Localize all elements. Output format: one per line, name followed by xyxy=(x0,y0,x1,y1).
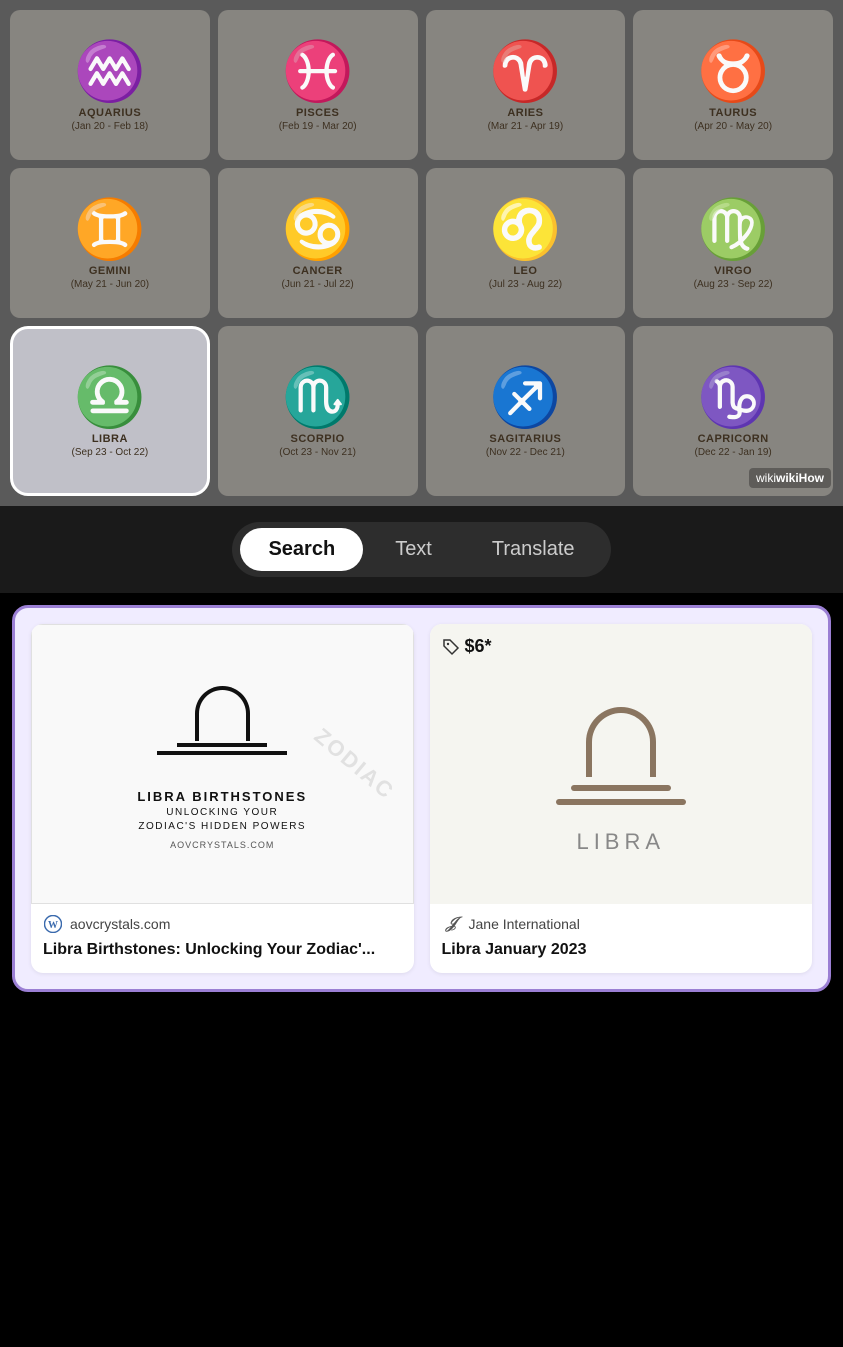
translate-button[interactable]: Translate xyxy=(464,528,603,571)
zodiac-cell-libra[interactable]: ♎ LIBRA (Sep 23 - Oct 22) xyxy=(10,326,210,496)
card-image-website: AOVCRYSTALS.COM xyxy=(137,840,307,850)
scorpio-symbol: ♏ xyxy=(282,369,354,427)
gemini-symbol: ♊ xyxy=(74,201,146,259)
aries-dates: (Mar 21 - Apr 19) xyxy=(488,121,564,132)
text-button[interactable]: Text xyxy=(367,528,460,571)
aquarius-name: AQUARIUS xyxy=(79,107,142,119)
card-source-jane: 𝒥 Jane International xyxy=(442,914,801,934)
action-bar: Search Text Translate xyxy=(0,506,843,593)
price-text: $6* xyxy=(465,636,492,657)
capricorn-name: CAPRICORN xyxy=(698,433,769,445)
zodiac-cell-cancer[interactable]: ♋ CANCER (Jun 21 - Jul 22) xyxy=(218,168,418,318)
taurus-dates: (Apr 20 - May 20) xyxy=(694,121,772,132)
taurus-name: TAURUS xyxy=(709,107,757,119)
jane-icon: 𝒥 xyxy=(442,914,462,934)
card-image-jane: $6* LIBRA xyxy=(430,624,813,904)
aries-name: ARIES xyxy=(507,107,543,119)
sagittarius-symbol: ♐ xyxy=(489,369,561,427)
virgo-name: VIRGO xyxy=(714,265,752,277)
leo-symbol: ♌ xyxy=(489,201,561,259)
zodiac-cell-taurus[interactable]: ♉ TAURUS (Apr 20 - May 20) xyxy=(633,10,833,160)
card-headline-jane: Libra January 2023 xyxy=(442,940,801,961)
wikihow-bold: wikiHow xyxy=(776,471,824,485)
zodiac-cell-scorpio[interactable]: ♏ SCORPIO (Oct 23 - Nov 21) xyxy=(218,326,418,496)
leo-dates: (Jul 23 - Aug 22) xyxy=(489,279,562,290)
card-headline-aov: Libra Birthstones: Unlocking Your Zodiac… xyxy=(43,940,402,961)
price-badge: $6* xyxy=(442,636,492,657)
zodiac-cell-leo[interactable]: ♌ LEO (Jul 23 - Aug 22) xyxy=(426,168,626,318)
cancer-dates: (Jun 21 - Jul 22) xyxy=(281,279,353,290)
results-grid: ZODIAC LIBRA BIRTHSTONES UNLOCKING YOUR … xyxy=(31,624,812,973)
result-card-aov[interactable]: ZODIAC LIBRA BIRTHSTONES UNLOCKING YOUR … xyxy=(31,624,414,973)
card-footer-aov: W aovcrystals.com Libra Birthstones: Unl… xyxy=(31,904,414,973)
action-bar-inner: Search Text Translate xyxy=(232,522,610,577)
libra-symbol: ♎ xyxy=(74,369,146,427)
gemini-name: GEMINI xyxy=(89,265,131,277)
taurus-symbol: ♉ xyxy=(697,43,769,101)
search-button[interactable]: Search xyxy=(240,528,363,571)
scorpio-dates: (Oct 23 - Nov 21) xyxy=(279,447,356,458)
card-footer-jane: 𝒥 Jane International Libra January 2023 xyxy=(430,904,813,973)
svg-text:W: W xyxy=(48,920,58,931)
source-domain-aov: aovcrystals.com xyxy=(70,916,170,932)
zodiac-cell-sagittarius[interactable]: ♐ SAGITARIUS (Nov 22 - Dec 21) xyxy=(426,326,626,496)
capricorn-symbol: ♑ xyxy=(697,369,769,427)
result-card-jane[interactable]: $6* LIBRA 𝒥 Jane International Libra Jan… xyxy=(430,624,813,973)
card-image-title: LIBRA BIRTHSTONES xyxy=(137,789,307,804)
gemini-dates: (May 21 - Jun 20) xyxy=(71,279,149,290)
sagittarius-dates: (Nov 22 - Dec 21) xyxy=(486,447,565,458)
zodiac-cell-aquarius[interactable]: ♒ AQUARIUS (Jan 20 - Feb 18) xyxy=(10,10,210,160)
libra-text-right: LIBRA xyxy=(576,829,665,855)
virgo-dates: (Aug 23 - Sep 22) xyxy=(694,279,773,290)
libra-name: LIBRA xyxy=(92,433,128,445)
zodiac-cell-pisces[interactable]: ♓ PISCES (Feb 19 - Mar 20) xyxy=(218,10,418,160)
wordpress-icon: W xyxy=(43,914,63,934)
zodiac-section: ♒ AQUARIUS (Jan 20 - Feb 18) ♓ PISCES (F… xyxy=(0,0,843,506)
pisces-name: PISCES xyxy=(296,107,339,119)
pisces-dates: (Feb 19 - Mar 20) xyxy=(279,121,357,132)
libra-dates: (Sep 23 - Oct 22) xyxy=(72,447,149,458)
aquarius-dates: (Jan 20 - Feb 18) xyxy=(72,121,149,132)
zodiac-grid: ♒ AQUARIUS (Jan 20 - Feb 18) ♓ PISCES (F… xyxy=(10,10,833,496)
capricorn-dates: (Dec 22 - Jan 19) xyxy=(694,447,771,458)
card-source-aov: W aovcrystals.com xyxy=(43,914,402,934)
wikihow-badge: wikiwikiHow xyxy=(749,468,831,488)
aries-symbol: ♈ xyxy=(489,43,561,101)
card-image-subtitle2: ZODIAC'S HIDDEN POWERS xyxy=(137,821,307,832)
scorpio-name: SCORPIO xyxy=(291,433,345,445)
card-image-aov: ZODIAC LIBRA BIRTHSTONES UNLOCKING YOUR … xyxy=(31,624,414,904)
zodiac-cell-gemini[interactable]: ♊ GEMINI (May 21 - Jun 20) xyxy=(10,168,210,318)
card-image-subtitle: UNLOCKING YOUR xyxy=(137,807,307,818)
sagittarius-name: SAGITARIUS xyxy=(489,433,561,445)
virgo-symbol: ♍ xyxy=(697,201,769,259)
results-section: ZODIAC LIBRA BIRTHSTONES UNLOCKING YOUR … xyxy=(12,605,831,992)
card-text-block-aov: LIBRA BIRTHSTONES UNLOCKING YOUR ZODIAC'… xyxy=(137,789,307,850)
watermark-text: ZODIAC xyxy=(309,723,400,805)
zodiac-cell-aries[interactable]: ♈ ARIES (Mar 21 - Apr 19) xyxy=(426,10,626,160)
price-tag-icon xyxy=(442,638,460,656)
aquarius-symbol: ♒ xyxy=(74,43,146,101)
cancer-symbol: ♋ xyxy=(282,201,354,259)
leo-name: LEO xyxy=(513,265,537,277)
zodiac-cell-virgo[interactable]: ♍ VIRGO (Aug 23 - Sep 22) xyxy=(633,168,833,318)
pisces-symbol: ♓ xyxy=(282,43,354,101)
cancer-name: CANCER xyxy=(293,265,343,277)
source-domain-jane: Jane International xyxy=(469,916,580,932)
